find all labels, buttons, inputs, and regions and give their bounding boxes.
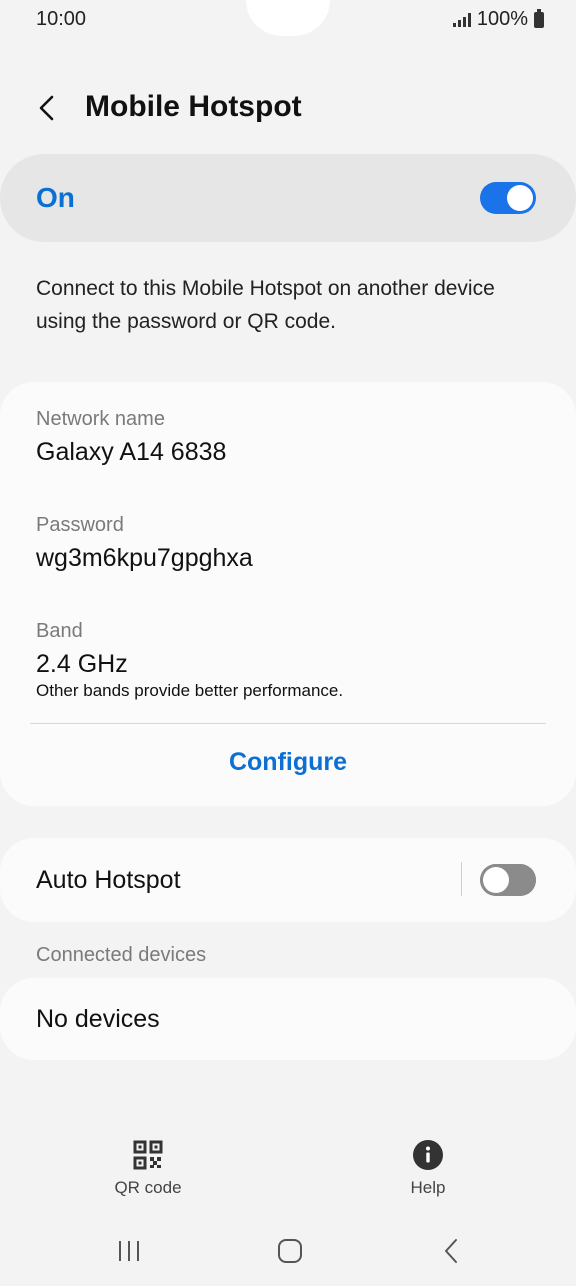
auto-hotspot-switch[interactable]: [480, 864, 536, 896]
master-toggle-label: On: [36, 182, 75, 213]
help-button[interactable]: Help: [358, 1138, 498, 1198]
band-note: Other bands provide better performance.: [36, 681, 344, 700]
password-label: Password: [36, 514, 124, 536]
hotspot-description: Connect to this Mobile Hotspot on anothe…: [36, 277, 495, 333]
home-icon: [278, 1239, 302, 1263]
nav-back-icon: [445, 1239, 457, 1263]
recents-icon: [119, 1241, 139, 1261]
configure-button[interactable]: Configure: [0, 748, 576, 777]
nav-back-button[interactable]: [422, 1226, 482, 1276]
band-value: 2.4 GHz: [36, 650, 128, 678]
status-bar: 10:00 100%: [0, 0, 576, 40]
back-button[interactable]: [34, 92, 64, 124]
master-switch[interactable]: [480, 182, 536, 214]
battery-percent: 100%: [476, 8, 528, 30]
info-icon: [413, 1140, 443, 1170]
auto-hotspot-row[interactable]: Auto Hotspot: [0, 838, 576, 922]
screen: 10:00 100% Mobile Hotspot On Connect to …: [0, 0, 576, 1286]
signal-icon: [452, 12, 471, 27]
app-header: Mobile Hotspot: [0, 88, 576, 128]
navigation-bar: [0, 1226, 576, 1276]
auto-hotspot-label: Auto Hotspot: [36, 866, 181, 894]
vertical-divider: [461, 862, 462, 896]
help-label: Help: [410, 1178, 446, 1197]
status-indicators: 100%: [452, 8, 544, 31]
status-time: 10:00: [36, 8, 87, 30]
network-info-card: Network name Galaxy A14 6838 Password wg…: [0, 382, 576, 806]
switch-knob: [483, 867, 509, 893]
card-divider: [30, 723, 546, 724]
connected-devices-heading: Connected devices: [36, 944, 207, 966]
qr-code-button[interactable]: QR code: [78, 1138, 218, 1198]
switch-knob: [507, 185, 533, 211]
page-title: Mobile Hotspot: [85, 90, 302, 123]
chevron-left-icon: [39, 95, 54, 121]
recents-button[interactable]: [99, 1226, 159, 1276]
battery-icon: [534, 8, 544, 28]
password-value: wg3m6kpu7gpghxa: [36, 544, 253, 572]
connected-devices-card: No devices: [0, 978, 576, 1060]
qr-code-label: QR code: [114, 1178, 182, 1197]
master-toggle-row[interactable]: On: [0, 154, 576, 242]
network-name-value: Galaxy A14 6838: [36, 438, 227, 466]
band-label: Band: [36, 620, 83, 642]
home-button[interactable]: [260, 1226, 320, 1276]
no-devices-label: No devices: [36, 1005, 160, 1033]
qr-code-icon: [133, 1140, 163, 1170]
network-name-label: Network name: [36, 408, 165, 430]
